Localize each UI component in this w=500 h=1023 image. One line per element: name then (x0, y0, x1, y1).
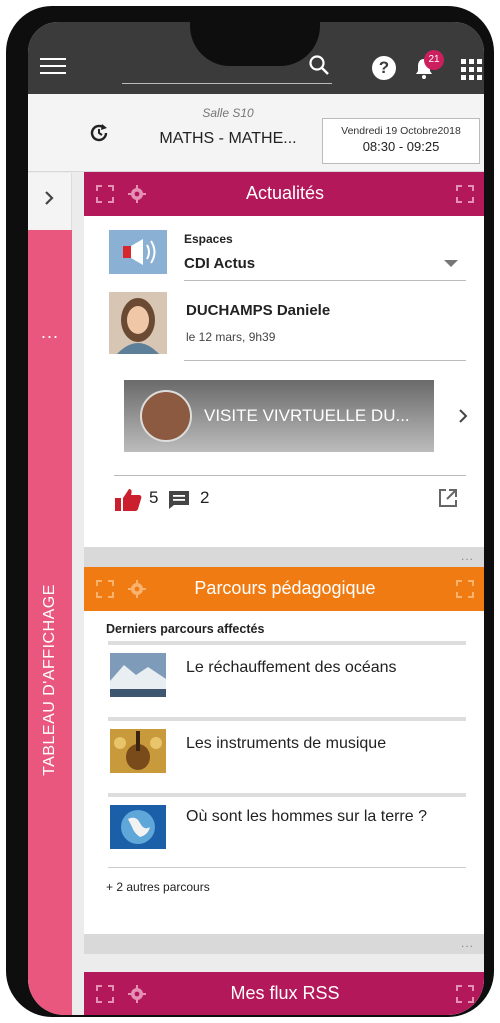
date-box[interactable]: Vendredi 19 Octobre2018 08:30 - 09:25 (322, 118, 480, 164)
post-date: le 12 mars, 9h39 (186, 330, 276, 344)
like-count: 5 (149, 488, 159, 507)
thumbs-up-icon[interactable] (114, 488, 142, 512)
widget-header: Mes flux RSS (84, 972, 484, 1015)
megaphone-icon (109, 230, 167, 274)
banner-thumbnail (140, 390, 192, 442)
phone-notch (190, 16, 320, 66)
sidebar-toggle[interactable] (28, 173, 72, 230)
search-input[interactable] (122, 83, 332, 84)
divider (108, 867, 466, 868)
more-parcours-link[interactable]: + 2 autres parcours (106, 880, 210, 894)
open-external-icon[interactable] (438, 488, 458, 508)
widget-footer[interactable]: ... (84, 547, 484, 567)
widget-footer[interactable]: ... (84, 934, 484, 954)
parcours-widget: Parcours pédagogique Derniers parcours a… (84, 567, 484, 954)
author-name[interactable]: DUCHAMPS Daniele (186, 302, 330, 319)
fullscreen-icon[interactable] (456, 185, 474, 203)
notification-badge: 21 (424, 50, 444, 70)
list-item[interactable]: Où sont les hommes sur la terre ? (108, 793, 466, 871)
rss-widget: Mes flux RSS (84, 972, 484, 1015)
more-icon[interactable]: ... (461, 549, 474, 563)
course-header: Salle S10 MATHS - MATHE... Vendredi 19 O… (28, 94, 484, 172)
list-item-label: Où sont les hommes sur la terre ? (186, 808, 427, 825)
comment-icon[interactable] (168, 490, 190, 510)
news-banner[interactable]: VISITE VIVRTUELLE DU... (124, 380, 434, 452)
app-screen: ? 21 Salle S10 MATHS - MATHE... Vendredi… (28, 22, 484, 1015)
widget-title: Actualités (245, 183, 325, 203)
widget-title: Parcours pédagogique (194, 578, 376, 598)
fullscreen-icon[interactable] (456, 580, 474, 598)
menu-icon[interactable] (40, 58, 66, 76)
more-icon[interactable]: ... (38, 322, 62, 343)
list-item[interactable]: Les instruments de musique (108, 717, 466, 779)
espaces-label: Espaces (184, 232, 233, 246)
list-item-label: Les instruments de musique (186, 735, 387, 752)
actualites-widget: Actualités Espaces CDI Actus DUCHAMPS Da… (84, 172, 484, 567)
avatar (109, 292, 167, 354)
espaces-select[interactable]: CDI Actus (184, 255, 255, 272)
apps-grid-icon[interactable] (461, 59, 482, 80)
divider (184, 360, 466, 361)
widget-header: Actualités (84, 172, 484, 216)
comment-count: 2 (200, 488, 210, 507)
search-icon[interactable] (308, 54, 330, 76)
chevron-right-icon (45, 191, 54, 205)
list-item-label: Le réchauffement des océans (186, 659, 397, 676)
music-thumbnail (110, 729, 166, 773)
sidebar-tab[interactable]: ... TABLEAU D'AFFICHAGE (28, 230, 72, 1015)
parcours-subtitle: Derniers parcours affectés (106, 622, 265, 636)
widget-title: Mes flux RSS (230, 983, 340, 1003)
list-item[interactable]: Le réchauffement des océans (108, 641, 466, 703)
date-label: Vendredi 19 Octobre2018 (341, 125, 461, 137)
more-icon[interactable]: ... (461, 936, 474, 950)
dropdown-icon[interactable] (444, 260, 458, 267)
earth-thumbnail (110, 805, 166, 849)
widget-header: Parcours pédagogique (84, 567, 484, 611)
ocean-thumbnail (110, 653, 166, 697)
refresh-icon[interactable] (88, 122, 110, 144)
subject-label[interactable]: MATHS - MATHE... (148, 130, 308, 148)
help-icon[interactable]: ? (372, 56, 396, 80)
banner-title: VISITE VIVRTUELLE DU... (204, 406, 410, 425)
divider (184, 280, 466, 281)
fullscreen-icon[interactable] (456, 985, 474, 1003)
room-label: Salle S10 (202, 106, 254, 120)
sidebar-label: TABLEAU D'AFFICHAGE (41, 584, 58, 776)
time-label: 08:30 - 09:25 (362, 139, 440, 154)
chevron-right-icon[interactable] (456, 409, 470, 423)
divider (114, 475, 466, 476)
